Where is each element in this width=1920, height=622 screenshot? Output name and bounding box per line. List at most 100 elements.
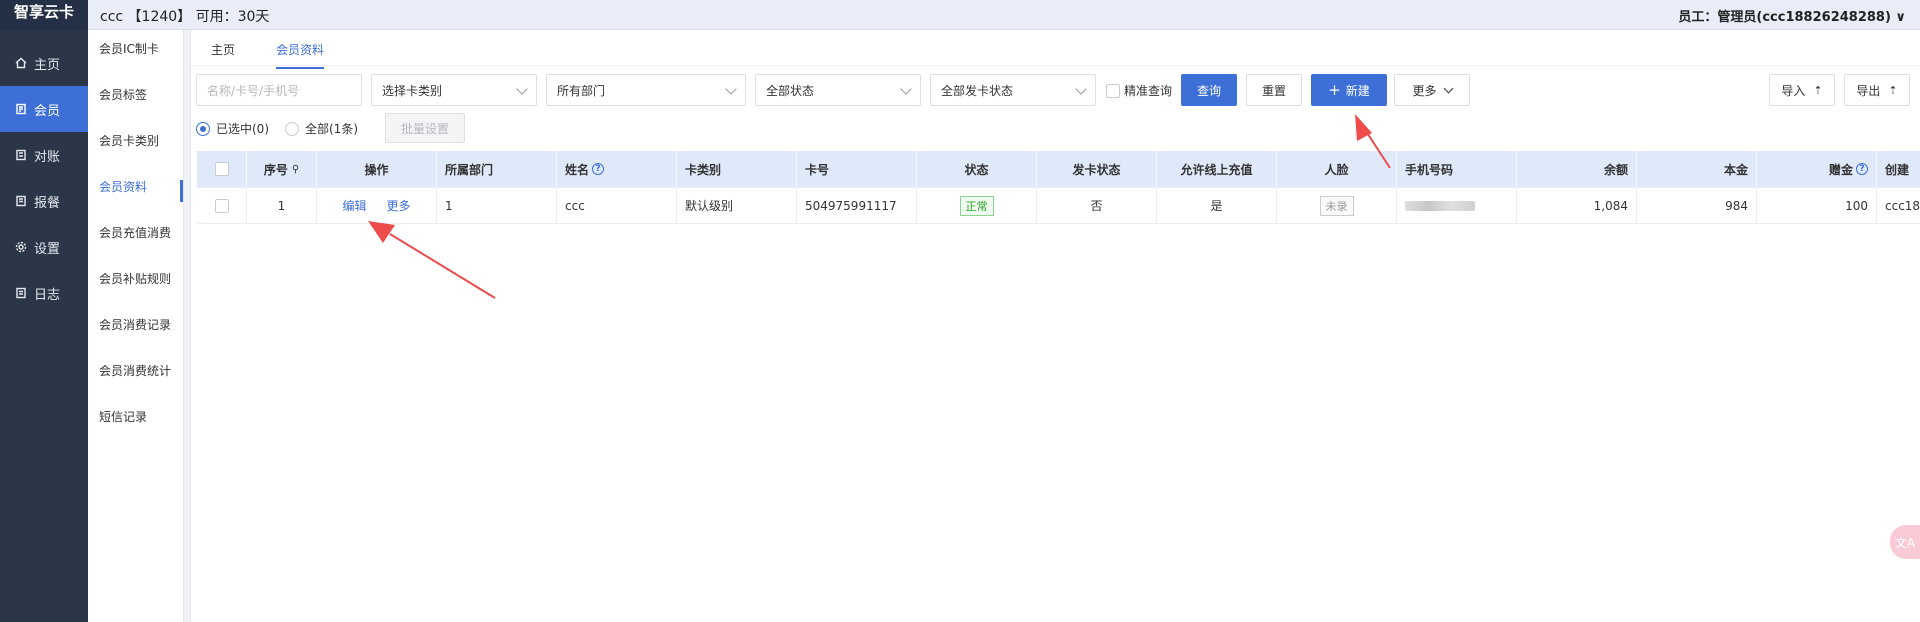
query-button[interactable]: 查询 (1181, 74, 1237, 106)
more-label: 更多 (1412, 83, 1437, 98)
export-button[interactable]: 导出 ⇡ (1844, 74, 1910, 106)
card-type-select[interactable]: 选择卡类别 (371, 74, 537, 106)
reset-button[interactable]: 重置 (1246, 74, 1302, 106)
cell-balance: 1,084 (1517, 188, 1637, 223)
col-index-label: 序号 (263, 162, 288, 177)
submenu-item-sms-log[interactable]: 短信记录 (88, 402, 183, 448)
more-link[interactable]: 更多 (387, 197, 411, 214)
search-input[interactable]: 名称/卡号/手机号 (196, 74, 362, 106)
main-sidebar: 智享云卡 主页 会员 对账 报餐 设置 日志 (0, 0, 88, 622)
help-icon[interactable]: ? (1856, 163, 1868, 175)
table-header-row: 序号 ⚲ 操作 所属部门 姓名? 卡类别 卡号 状态 发卡状态 允许线上充值 人脸… (197, 151, 1920, 188)
radio-button[interactable] (285, 121, 299, 136)
new-button[interactable]: + 新建 (1311, 74, 1387, 106)
nav-label: 会员 (34, 103, 61, 119)
chevron-down-icon (1443, 83, 1453, 93)
radio-all[interactable]: 全部(1条) (285, 120, 358, 137)
col-department[interactable]: 所属部门 (437, 151, 557, 187)
download-icon: ⇡ (1888, 83, 1898, 97)
col-phone[interactable]: 手机号码 (1397, 151, 1517, 187)
redacted-phone (1405, 200, 1475, 211)
submenu-item-subsidy[interactable]: 会员补贴规则 (88, 264, 183, 310)
edit-link[interactable]: 编辑 (342, 197, 366, 214)
submenu-item-card-type[interactable]: 会员卡类别 (88, 126, 183, 172)
select-value: 所有部门 (557, 83, 606, 98)
cell-card-no: 504975991117 (797, 188, 917, 223)
select-value: 全部状态 (766, 83, 815, 98)
import-button[interactable]: 导入 ⇡ (1769, 74, 1835, 106)
batch-settings-button[interactable]: 批量设置 (385, 113, 465, 143)
help-icon[interactable]: ? (592, 163, 605, 175)
col-issue-status[interactable]: 发卡状态 (1037, 151, 1157, 187)
nav-label: 对账 (34, 149, 61, 165)
more-dropdown-button[interactable]: 更多 (1394, 74, 1470, 106)
submenu: 会员IC制卡 会员标签 会员卡类别 会员资料 会员充值消费 会员补贴规则 会员消… (88, 30, 184, 622)
status-select[interactable]: 全部状态 (755, 74, 921, 106)
cell-principal: 984 (1637, 188, 1757, 223)
col-online-recharge[interactable]: 允许线上充值 (1157, 151, 1277, 187)
radio-button[interactable] (196, 121, 210, 136)
issue-status-select[interactable]: 全部发卡状态 (930, 74, 1096, 106)
log-icon (14, 286, 28, 300)
cell-created: ccc18 (1877, 188, 1920, 223)
status-badge: 正常 (959, 195, 994, 216)
col-bonus[interactable]: 赠金? (1757, 151, 1877, 187)
exact-query-label: 精准查询 (1124, 84, 1173, 98)
radio-selected[interactable]: 已选中(0) (196, 120, 269, 137)
chevron-down-icon (900, 83, 912, 95)
row-checkbox[interactable] (214, 198, 229, 213)
department-select[interactable]: 所有部门 (546, 74, 746, 106)
submenu-item-consume-stats[interactable]: 会员消费统计 (88, 356, 183, 402)
col-card-no[interactable]: 卡号 (797, 151, 917, 187)
nav-item-member[interactable]: 会员 (0, 86, 88, 132)
user-menu[interactable]: 员工：管理员(ccc18826248288) ∨ (1678, 6, 1906, 25)
select-all-checkbox[interactable] (214, 162, 229, 176)
exact-query-checkbox[interactable]: 精准查询 (1106, 82, 1172, 99)
checkbox[interactable] (1106, 83, 1120, 98)
nav-label: 日志 (34, 287, 61, 303)
upload-icon: ⇡ (1813, 83, 1823, 97)
plus-icon: + (1328, 81, 1341, 99)
row-select-cell[interactable] (197, 188, 247, 223)
account-info: ccc 【1240】 可用：30天 (100, 9, 270, 25)
tab-member-info[interactable]: 会员资料 (276, 41, 325, 69)
nav-item-meal[interactable]: 报餐 (0, 178, 88, 224)
col-index[interactable]: 序号 ⚲ (247, 151, 317, 187)
col-name-label: 姓名 (565, 162, 590, 177)
face-badge[interactable]: 未录 (1319, 195, 1354, 216)
col-principal[interactable]: 本金 (1637, 151, 1757, 187)
chevron-down-icon (1075, 83, 1087, 95)
nav-item-ledger[interactable]: 对账 (0, 132, 88, 178)
member-icon (14, 102, 28, 116)
select-all-cell[interactable] (197, 151, 247, 187)
submenu-item-consume-log[interactable]: 会员消费记录 (88, 310, 183, 356)
export-label: 导出 (1856, 83, 1881, 98)
table-row[interactable]: 1 编辑 更多 1 ccc 默认级别 504975991117 正常 否 是 未… (197, 188, 1920, 224)
submenu-item-ic-card[interactable]: 会员IC制卡 (88, 34, 183, 80)
col-card-type[interactable]: 卡类别 (677, 151, 797, 187)
col-created[interactable]: 创建 (1877, 151, 1920, 187)
submenu-item-member-info[interactable]: 会员资料 (88, 172, 183, 218)
select-value: 全部发卡状态 (941, 83, 1014, 98)
nav-item-log[interactable]: 日志 (0, 270, 88, 316)
nav-item-settings[interactable]: 设置 (0, 224, 88, 270)
chevron-down-icon (725, 83, 737, 95)
col-face[interactable]: 人脸 (1277, 151, 1397, 187)
col-status[interactable]: 状态 (917, 151, 1037, 187)
nav-item-home[interactable]: 主页 (0, 40, 88, 86)
tab-home[interactable]: 主页 (211, 41, 235, 58)
cell-name: ccc (557, 188, 677, 223)
top-header: ccc 【1240】 可用：30天 员工：管理员(ccc18826248288)… (88, 0, 1920, 30)
tab-bar: 主页 会员资料 (191, 30, 1920, 69)
brand-logo: 智享云卡 (0, 0, 88, 30)
col-name[interactable]: 姓名? (557, 151, 677, 187)
radio-selected-label: 已选中(0) (216, 122, 269, 136)
submenu-item-recharge[interactable]: 会员充值消费 (88, 218, 183, 264)
main-content: 主页 会员资料 名称/卡号/手机号 选择卡类别 所有部门 全部状态 全部发卡状态… (190, 30, 1920, 622)
cell-index: 1 (247, 188, 317, 223)
col-balance[interactable]: 余额 (1517, 151, 1637, 187)
submenu-item-tags[interactable]: 会员标签 (88, 80, 183, 126)
translate-float-icon[interactable]: 文A (1890, 525, 1920, 559)
import-label: 导入 (1781, 83, 1806, 98)
gear-icon (14, 240, 28, 254)
